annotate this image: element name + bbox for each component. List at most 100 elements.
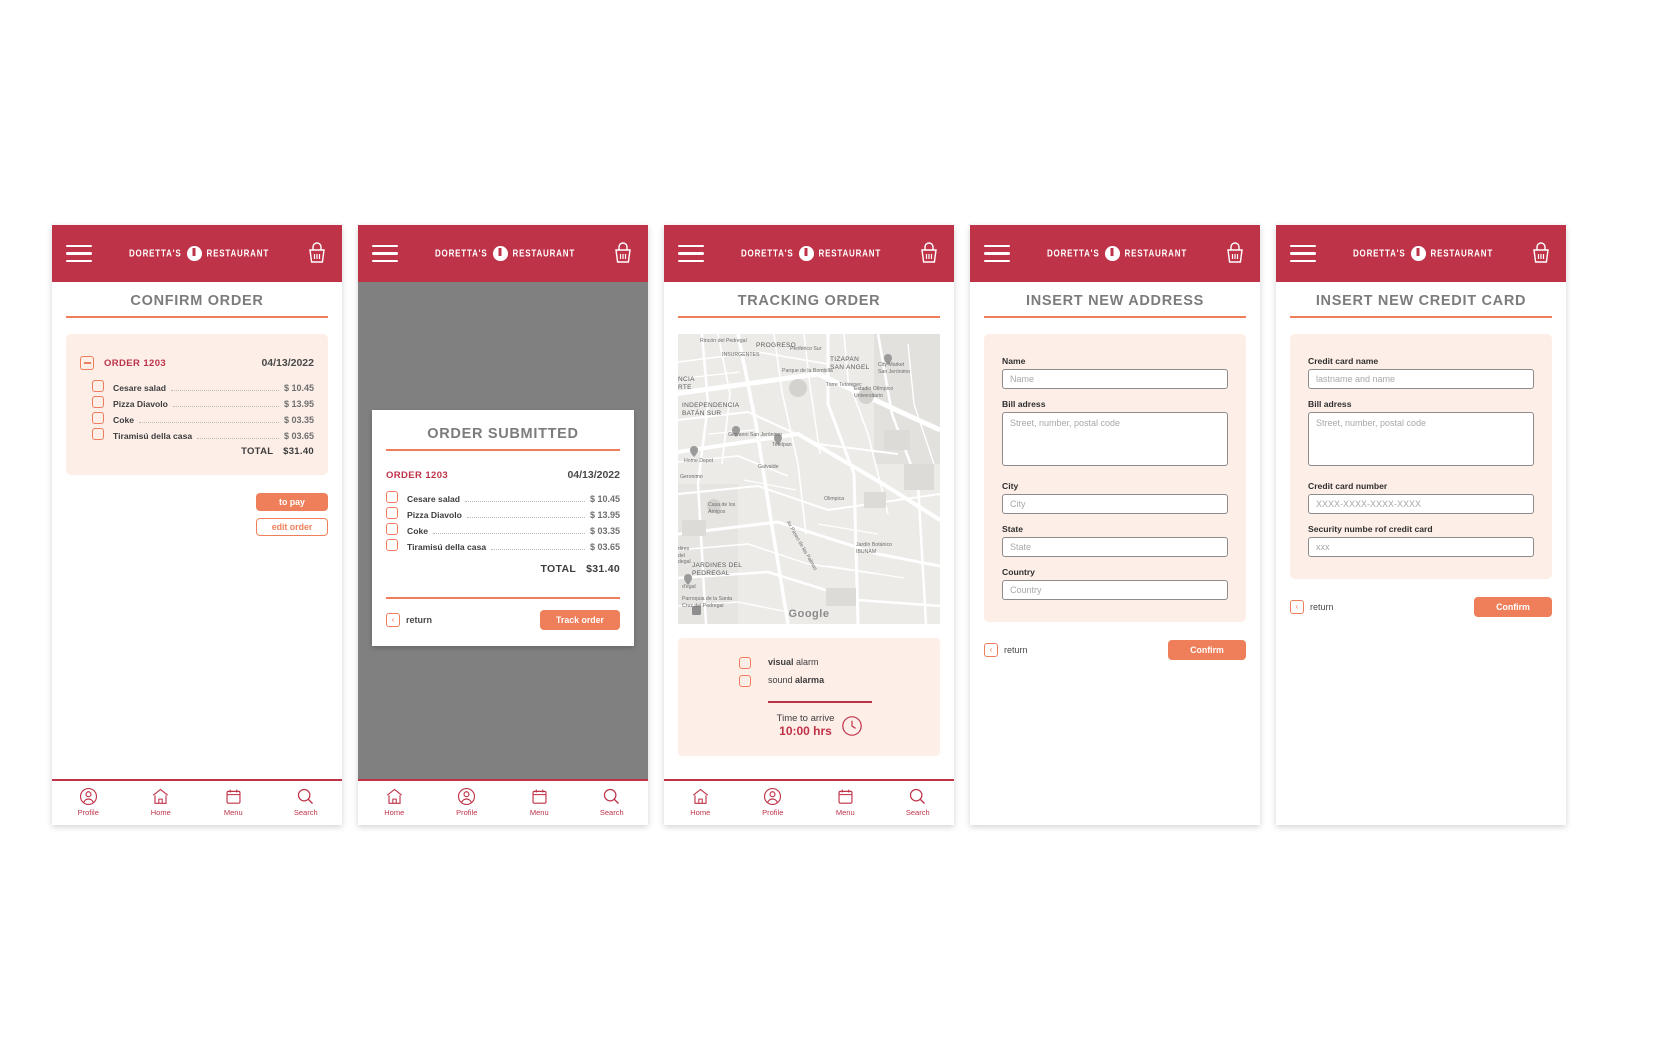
return-button[interactable]: ‹ return bbox=[984, 643, 1028, 657]
map-label: Parque de la Bombilla bbox=[782, 368, 833, 374]
nav-item-profile[interactable]: Profile bbox=[52, 787, 125, 817]
country-field[interactable] bbox=[1002, 580, 1228, 600]
hamburger-menu-icon[interactable] bbox=[678, 240, 704, 268]
collapse-order-icon[interactable] bbox=[80, 356, 94, 370]
item-name: Pizza Diavolo bbox=[113, 399, 168, 409]
modal-footer: ‹ return Track order bbox=[386, 597, 620, 646]
nav-item-profile[interactable]: Profile bbox=[737, 787, 810, 817]
nav-label: Home bbox=[150, 808, 171, 817]
sound-alarm-checkbox[interactable] bbox=[739, 675, 751, 687]
hamburger-menu-icon[interactable] bbox=[372, 240, 398, 268]
edit-order-button[interactable]: edit order bbox=[256, 518, 328, 536]
order-summary: ORDER 1203 04/13/2022 Cesare salad $ 10.… bbox=[372, 469, 634, 575]
screen-body: ORDER SUBMITTED ORDER 1203 04/13/2022 Ce… bbox=[358, 282, 648, 825]
item-name: Cesare salad bbox=[113, 383, 167, 393]
to-pay-button[interactable]: to pay bbox=[256, 493, 328, 511]
arrival-label: Time to arrive bbox=[776, 713, 835, 724]
alarm-settings-card: visual alarm sound alarma Time to arrive… bbox=[678, 638, 940, 756]
menu-icon bbox=[838, 789, 853, 804]
map-label: INDEPENDENCIA BATÁN SUR bbox=[682, 402, 740, 418]
cart-basket-icon[interactable] bbox=[612, 241, 634, 266]
table-row: Coke $ 03.35 bbox=[80, 411, 314, 425]
map-label: d'egal bbox=[682, 584, 696, 590]
item-price: $ 10.45 bbox=[589, 494, 620, 504]
nav-item-home[interactable]: Home bbox=[125, 787, 198, 817]
cart-basket-icon[interactable] bbox=[1530, 241, 1552, 266]
bottom-nav: Profile Home Menu Search bbox=[52, 779, 342, 825]
leader-dots bbox=[466, 517, 585, 518]
nav-item-search[interactable]: Search bbox=[576, 787, 649, 817]
security-code-field[interactable] bbox=[1308, 537, 1534, 557]
map-label: Geronimo bbox=[680, 474, 703, 480]
nav-label: Home bbox=[690, 808, 711, 817]
confirm-button[interactable]: Confirm bbox=[1168, 640, 1246, 660]
nav-item-home[interactable]: Home bbox=[358, 787, 431, 817]
bill-address-field[interactable] bbox=[1002, 412, 1228, 466]
item-checkbox[interactable] bbox=[386, 507, 398, 519]
item-checkbox[interactable] bbox=[92, 412, 104, 424]
search-icon bbox=[604, 788, 620, 805]
alarm-label-plain: sound bbox=[768, 675, 793, 685]
phone-order-submitted: DORETTA'S RESTAURANT ORDER SUBMITTED ORD… bbox=[358, 225, 648, 825]
form-footer: ‹ return Confirm bbox=[1290, 597, 1552, 617]
screen-body: CONFIRM ORDER ORDER 1203 04/13/2022 Cesa… bbox=[52, 282, 342, 825]
item-checkbox[interactable] bbox=[386, 523, 398, 535]
item-name: Tiramisú della casa bbox=[113, 431, 193, 441]
visual-alarm-checkbox[interactable] bbox=[739, 657, 751, 669]
bottom-nav: Home Profile Menu Search bbox=[358, 779, 648, 825]
item-name: Cesare salad bbox=[407, 494, 461, 504]
alarm-row: sound alarma bbox=[739, 674, 879, 687]
app-header: DORETTA'S RESTAURANT bbox=[52, 225, 342, 282]
nav-item-search[interactable]: Search bbox=[882, 787, 955, 817]
phone-tracking-order: DORETTA'S RESTAURANT TRACKING ORDER Goog… bbox=[664, 225, 954, 825]
table-row: Coke $ 03.35 bbox=[386, 522, 620, 536]
table-row: Pizza Diavolo $ 13.95 bbox=[80, 395, 314, 409]
map-label: Estadio Olímpico Universitario bbox=[854, 386, 894, 399]
nav-item-menu[interactable]: Menu bbox=[503, 787, 576, 817]
credit-card-number-field[interactable] bbox=[1308, 494, 1534, 514]
item-checkbox[interactable] bbox=[92, 380, 104, 392]
hamburger-menu-icon[interactable] bbox=[1290, 240, 1316, 268]
bill-address-field[interactable] bbox=[1308, 412, 1534, 466]
chevron-left-icon: ‹ bbox=[386, 613, 400, 627]
nav-item-menu[interactable]: Menu bbox=[809, 787, 882, 817]
map-label: Rincón del Pedregal bbox=[700, 338, 747, 344]
return-button[interactable]: ‹ return bbox=[386, 613, 432, 627]
name-field[interactable] bbox=[1002, 369, 1228, 389]
nav-item-home[interactable]: Home bbox=[664, 787, 737, 817]
item-checkbox[interactable] bbox=[386, 539, 398, 551]
field-label: Bill adress bbox=[1002, 399, 1046, 409]
home-icon bbox=[692, 788, 708, 804]
state-field[interactable] bbox=[1002, 537, 1228, 557]
brand-logo-right: RESTAURANT bbox=[512, 247, 576, 260]
credit-card-name-field[interactable] bbox=[1308, 369, 1534, 389]
delivery-map[interactable]: Google PROGRESO TIZAPAN SAN ANGEL INDEPE… bbox=[678, 334, 940, 624]
map-label: INSURGENTES bbox=[722, 352, 760, 358]
address-form: Name Bill adress City State Country bbox=[984, 334, 1246, 622]
item-checkbox[interactable] bbox=[92, 396, 104, 408]
alarm-label-bold: visual bbox=[768, 657, 794, 667]
profile-icon bbox=[79, 787, 97, 806]
item-checkbox[interactable] bbox=[92, 428, 104, 440]
nav-item-search[interactable]: Search bbox=[270, 787, 343, 817]
cart-basket-icon[interactable] bbox=[1224, 241, 1246, 266]
title-divider bbox=[678, 316, 940, 318]
confirm-button[interactable]: Confirm bbox=[1474, 597, 1552, 617]
flame-logo-icon bbox=[186, 246, 202, 261]
cart-basket-icon[interactable] bbox=[918, 241, 940, 266]
city-field[interactable] bbox=[1002, 494, 1228, 514]
cart-basket-icon[interactable] bbox=[306, 241, 328, 266]
brand-logo-left: DORETTA'S bbox=[1352, 247, 1406, 260]
hamburger-menu-icon[interactable] bbox=[66, 240, 92, 268]
page-title: ORDER SUBMITTED bbox=[427, 426, 579, 442]
nav-item-profile[interactable]: Profile bbox=[431, 787, 504, 817]
credit-card-form: Credit card name Bill adress Credit card… bbox=[1290, 334, 1552, 579]
leader-dots bbox=[172, 406, 279, 407]
app-header: DORETTA'S RESTAURANT bbox=[358, 225, 648, 282]
hamburger-menu-icon[interactable] bbox=[984, 240, 1010, 268]
item-checkbox[interactable] bbox=[386, 491, 398, 503]
screen-gallery: DORETTA'S RESTAURANT CONFIRM ORDER ORDER… bbox=[52, 225, 1566, 825]
nav-item-menu[interactable]: Menu bbox=[197, 787, 270, 817]
return-button[interactable]: ‹ return bbox=[1290, 600, 1334, 614]
track-order-button[interactable]: Track order bbox=[540, 610, 620, 630]
